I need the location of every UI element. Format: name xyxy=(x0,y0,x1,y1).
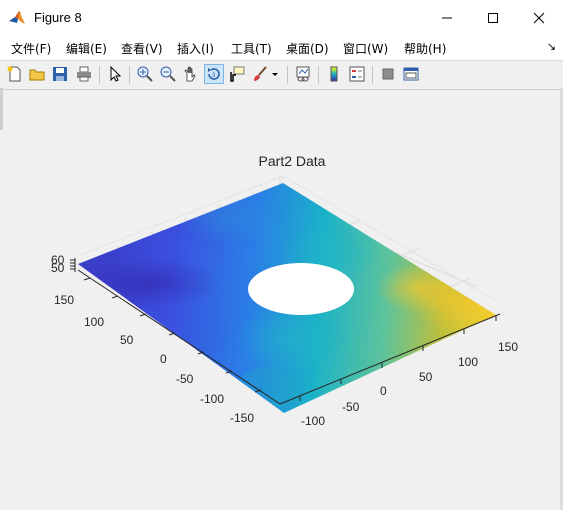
y-tick-label: 50 xyxy=(120,333,134,347)
edit-plot-button[interactable] xyxy=(105,64,125,84)
new-figure-icon xyxy=(7,66,21,82)
save-button[interactable] xyxy=(50,64,70,84)
maximize-icon xyxy=(488,13,498,23)
plot-axes[interactable]: Part2 Data 60 50 150 100 50 0 -50 -100 -… xyxy=(0,88,563,510)
maximize-button[interactable] xyxy=(470,0,516,36)
y-tick-label: -50 xyxy=(176,372,194,386)
x-tick-label: 50 xyxy=(419,370,433,384)
rotate-3d-button[interactable]: 3 xyxy=(204,64,224,84)
new-figure-button[interactable] xyxy=(5,64,25,84)
center-hole xyxy=(248,263,354,315)
menu-desktop[interactable]: 桌面(D) xyxy=(286,40,329,57)
pan-button[interactable] xyxy=(181,64,201,84)
print-icon xyxy=(77,66,91,82)
zoom-out-icon xyxy=(160,66,176,82)
y-tick-label: -150 xyxy=(230,411,254,425)
menu-edit[interactable]: 编辑(E) xyxy=(66,40,107,57)
legend-icon xyxy=(349,66,365,82)
z-tick-label: 50 xyxy=(51,261,65,275)
close-icon xyxy=(533,12,545,24)
menu-insert[interactable]: 插入(I) xyxy=(177,40,214,57)
data-cursor-button[interactable] xyxy=(227,64,247,84)
menu-bar: 文件(F) 编辑(E) 查看(V) 插入(I) 工具(T) 桌面(D) 窗口(W… xyxy=(0,36,563,60)
x-tick-label: -50 xyxy=(342,400,360,414)
show-plot-tools-button[interactable] xyxy=(401,64,421,84)
hide-plot-tools-button[interactable] xyxy=(378,64,398,84)
open-file-button[interactable] xyxy=(27,64,47,84)
data-cursor-icon xyxy=(230,66,245,82)
hide-plot-tools-icon xyxy=(382,68,394,80)
print-button[interactable] xyxy=(74,64,94,84)
minimize-button[interactable] xyxy=(424,0,470,36)
show-plot-tools-icon xyxy=(403,67,419,81)
zoom-out-button[interactable] xyxy=(158,64,178,84)
brush-icon xyxy=(254,66,267,81)
y-tick-label: 150 xyxy=(54,293,74,307)
z-axis xyxy=(70,258,76,272)
zoom-in-icon xyxy=(137,66,153,82)
legend-button[interactable] xyxy=(347,64,367,84)
menu-tools[interactable]: 工具(T) xyxy=(231,40,272,57)
menu-window[interactable]: 窗口(W) xyxy=(343,40,388,57)
title-bar[interactable]: Figure 8 xyxy=(0,0,563,37)
figure-toolbar: 3 xyxy=(0,60,563,90)
open-file-icon xyxy=(29,69,45,81)
menu-overflow-arrow-icon[interactable]: ↘ xyxy=(547,40,556,53)
brush-button[interactable] xyxy=(250,64,270,84)
pan-hand-icon xyxy=(184,66,196,82)
colorbar-icon xyxy=(330,66,338,82)
plot-title: Part2 Data xyxy=(259,153,326,169)
brush-dropdown-icon xyxy=(272,73,278,76)
colorbar-button[interactable] xyxy=(324,64,344,84)
x-tick-label: 100 xyxy=(458,355,478,369)
y-tick-label: -100 xyxy=(200,392,224,406)
y-tick-label: 100 xyxy=(84,315,104,329)
x-tick-label: 0 xyxy=(380,384,387,398)
rotate-3d-icon: 3 xyxy=(208,68,220,80)
matlab-icon xyxy=(8,9,26,27)
x-tick-label: 150 xyxy=(498,340,518,354)
x-tick-label: -100 xyxy=(301,414,325,428)
menu-view[interactable]: 查看(V) xyxy=(121,40,163,57)
y-tick-label: 0 xyxy=(160,352,167,366)
brush-dropdown-button[interactable] xyxy=(270,64,280,84)
link-plot-button[interactable] xyxy=(293,64,313,84)
menu-file[interactable]: 文件(F) xyxy=(11,40,51,57)
menu-help[interactable]: 帮助(H) xyxy=(404,40,446,57)
close-button[interactable] xyxy=(516,0,562,36)
zoom-in-button[interactable] xyxy=(135,64,155,84)
save-icon xyxy=(53,67,67,81)
figure-window: Figure 8 文件(F) 编辑(E) 查看(V) 插入(I) 工具(T) 桌… xyxy=(0,0,563,510)
minimize-icon xyxy=(442,17,452,19)
edit-plot-arrow-icon xyxy=(110,66,122,82)
link-plot-icon xyxy=(296,66,310,82)
window-title: Figure 8 xyxy=(34,10,82,25)
